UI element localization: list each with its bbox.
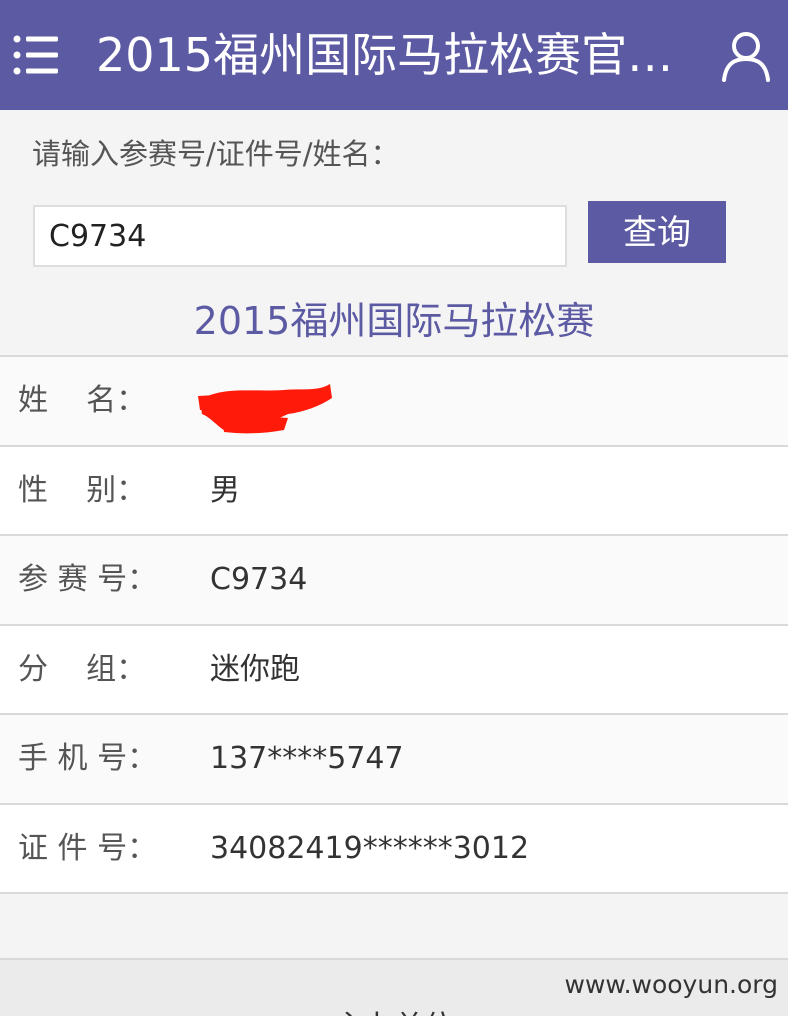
info-label: 分 组： — [18, 651, 147, 687]
info-value: C9734 — [210, 562, 308, 597]
participant-info-table: 姓 名： 性 别： 男 参 赛 号： C9734 分 组： 迷你跑 手 机 号：… — [0, 355, 788, 894]
event-title: 2015福州国际马拉松赛 — [193, 299, 595, 343]
user-icon[interactable] — [718, 28, 774, 84]
info-row-gender: 性 别： 男 — [0, 446, 788, 536]
info-label: 手 机 号： — [18, 741, 158, 776]
info-row-phone: 手 机 号： 137****5747 — [0, 715, 788, 805]
info-value: 男 — [210, 472, 240, 508]
footer-organizer-label: 主办单位 — [0, 1002, 788, 1016]
info-label: 参 赛 号： — [18, 562, 158, 597]
query-button[interactable]: 查询 — [588, 201, 726, 263]
info-value: 迷你跑 — [210, 651, 300, 687]
info-row-name: 姓 名： — [0, 357, 788, 447]
info-row-group: 分 组： 迷你跑 — [0, 625, 788, 715]
info-row-id-number: 证 件 号： 34082419******3012 — [0, 804, 788, 894]
info-row-bib-number: 参 赛 号： C9734 — [0, 536, 788, 626]
info-label: 姓 名： — [18, 383, 147, 418]
search-input[interactable] — [33, 205, 567, 267]
info-value: 34082419******3012 — [210, 830, 530, 866]
info-label: 性 别： — [18, 472, 147, 508]
info-label: 证 件 号： — [18, 830, 158, 866]
top-app-bar: 2015福州国际马拉松赛官方… — [0, 0, 788, 110]
search-prompt-label: 请输入参赛号/证件号/姓名： — [32, 137, 400, 171]
redaction-scribble — [198, 384, 332, 434]
info-value: 137****5747 — [210, 741, 404, 776]
watermark: www.wooyun.org — [564, 970, 778, 999]
page-title: 2015福州国际马拉松赛官方… — [96, 28, 696, 82]
menu-icon[interactable] — [12, 33, 60, 77]
